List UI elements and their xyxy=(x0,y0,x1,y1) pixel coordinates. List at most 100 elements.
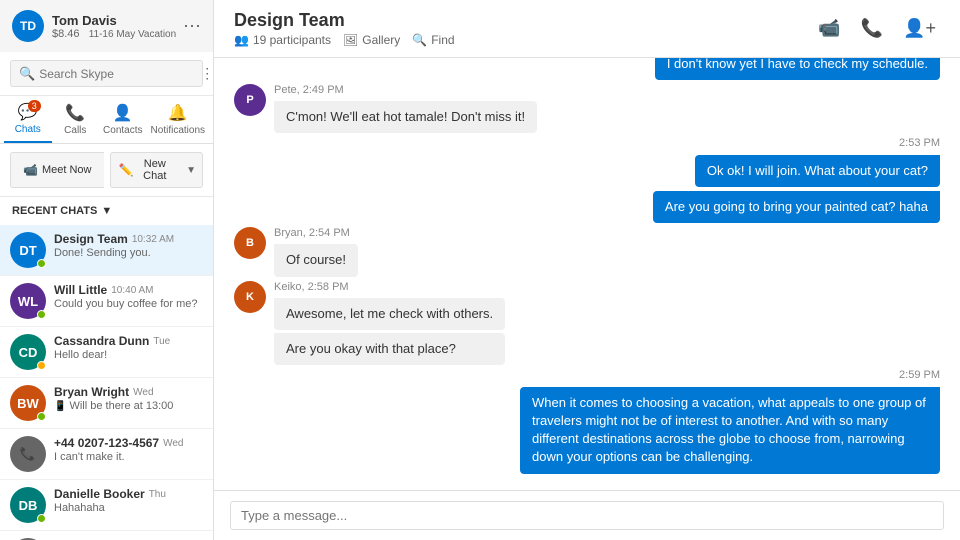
message-bubble: I don't know yet I have to check my sche… xyxy=(655,58,940,80)
phone-icon: 📱 xyxy=(54,401,66,412)
chevron-down-icon: ▼ xyxy=(101,205,112,217)
chat-info: Design Team 10:32 AM Done! Sending you. xyxy=(54,232,203,259)
message-bubble: When it comes to choosing a vacation, wh… xyxy=(520,387,940,474)
chat-list-item[interactable]: DB Danielle Booker Thu Hahahaha xyxy=(0,480,213,531)
chat-info: Bryan Wright Wed 📱 Will be there at 13:0… xyxy=(54,385,203,412)
chat-name: Design Team xyxy=(54,232,128,246)
header-actions: 📹 📞 👤+ xyxy=(814,14,940,43)
chat-list-item[interactable]: 📞 +44 0207-123-4567 Wed I can't make it. xyxy=(0,429,213,480)
message-row: PPete, 2:49 PMC'mon! We'll eat hot tamal… xyxy=(234,84,940,133)
add-participant-button[interactable]: 👤+ xyxy=(899,14,940,43)
chat-time: 10:32 AM xyxy=(132,234,174,245)
camera-icon: 📹 xyxy=(23,163,38,177)
chat-name: Bryan Wright xyxy=(54,385,129,399)
chat-time: 10:40 AM xyxy=(111,285,153,296)
chat-info: +44 0207-123-4567 Wed I can't make it. xyxy=(54,436,203,463)
message-row: Are you going to bring your painted cat?… xyxy=(234,191,940,223)
chat-preview: Done! Sending you. xyxy=(54,247,203,259)
participants-count: 👥 19 participants xyxy=(234,33,331,47)
calls-icon: 📞 xyxy=(65,103,85,123)
new-chat-button[interactable]: ✏️ New Chat xyxy=(110,152,181,188)
nav-tabs: 💬 Chats 3 📞 Calls 👤 Contacts 🔔 Notificat… xyxy=(0,96,213,144)
message-sender-time: Keiko, 2:58 PM xyxy=(274,281,505,293)
chat-name: +44 0207-123-4567 xyxy=(54,436,159,450)
main-chat: Design Team 👥 19 participants 🖼 Gallery … xyxy=(214,0,960,540)
chat-time: Wed xyxy=(133,387,153,398)
search-icon: 🔍 xyxy=(19,66,35,82)
chat-avatar: WL xyxy=(10,283,46,319)
status-dot xyxy=(37,259,46,268)
user-header: TD Tom Davis $8.46 11-16 May Vacation ⋯ xyxy=(0,0,213,52)
message-bubble: Are you okay with that place? xyxy=(274,333,505,365)
chat-avatar: DT xyxy=(10,232,46,268)
chat-input-area xyxy=(214,490,960,540)
chat-list-item[interactable]: WL Will Little 10:40 AM Could you buy co… xyxy=(0,276,213,327)
message-content: Keiko, 2:58 PMAwesome, let me check with… xyxy=(274,281,505,365)
message-timestamp: 2:53 PM xyxy=(234,137,940,149)
chat-preview: Hello dear! xyxy=(54,349,203,361)
message-row: I don't know yet I have to check my sche… xyxy=(234,58,940,80)
tab-notifications[interactable]: 🔔 Notifications xyxy=(147,97,209,142)
chat-list: DT Design Team 10:32 AM Done! Sending yo… xyxy=(0,225,213,540)
message-timestamp: 2:59 PM xyxy=(234,369,940,381)
user-info: Tom Davis $8.46 11-16 May Vacation xyxy=(52,13,183,40)
message-input[interactable] xyxy=(230,501,944,530)
message-row: When it comes to choosing a vacation, wh… xyxy=(234,387,940,474)
chat-avatar: CD xyxy=(10,334,46,370)
chat-time: Tue xyxy=(153,336,170,347)
message-content: Bryan, 2:54 PM Of course! xyxy=(274,227,358,276)
status-dot xyxy=(37,412,46,421)
message-avatar: B xyxy=(234,227,266,259)
message-avatar: P xyxy=(234,84,266,116)
status-dot xyxy=(37,361,46,370)
chat-meta: 👥 19 participants 🖼 Gallery 🔍 Find xyxy=(234,33,455,47)
gallery-link[interactable]: 🖼 Gallery xyxy=(343,33,400,47)
chat-time: Thu xyxy=(149,489,166,500)
chat-info: Cassandra Dunn Tue Hello dear! xyxy=(54,334,203,361)
chat-list-item[interactable]: 📞 +1 415-748-7920 Thu Thank you! See ya! xyxy=(0,531,213,540)
tab-contacts[interactable]: 👤 Contacts xyxy=(99,97,147,142)
search-wrapper: 🔍 ⋮ xyxy=(10,60,203,87)
message-row: B Bryan, 2:54 PM Of course! xyxy=(234,227,940,276)
messages-area: KKeiko, 2:48 PMI'm great!! Getting ready… xyxy=(214,58,960,490)
meet-now-button[interactable]: 📹 Meet Now xyxy=(10,152,104,188)
grid-icon[interactable]: ⋮ xyxy=(200,65,214,82)
message-sender-time: Bryan, 2:54 PM xyxy=(274,227,358,239)
user-credit: $8.46 11-16 May Vacation xyxy=(52,28,183,40)
video-call-button[interactable]: 📹 xyxy=(814,14,844,43)
message-bubble: Ok ok! I will join. What about your cat? xyxy=(695,155,940,187)
status-dot xyxy=(37,310,46,319)
status-dot xyxy=(37,514,46,523)
search-bar: 🔍 ⋮ xyxy=(0,52,213,96)
message-content: Pete, 2:49 PMC'mon! We'll eat hot tamale… xyxy=(274,84,537,133)
notifications-icon: 🔔 xyxy=(168,103,188,123)
gallery-icon: 🖼 xyxy=(343,33,358,47)
new-chat-dropdown[interactable]: ▼ xyxy=(180,152,203,188)
find-link[interactable]: 🔍 Find xyxy=(412,33,454,47)
chat-name: Danielle Booker xyxy=(54,487,145,501)
chat-preview: 📱 Will be there at 13:00 xyxy=(54,400,203,412)
search-input[interactable] xyxy=(39,67,194,81)
recent-chats-header[interactable]: RECENT CHATS ▼ xyxy=(0,197,213,225)
chat-preview: I can't make it. xyxy=(54,451,203,463)
edit-icon: ✏️ xyxy=(119,163,134,177)
audio-call-button[interactable]: 📞 xyxy=(857,14,887,43)
find-icon: 🔍 xyxy=(412,33,427,47)
tab-chats[interactable]: 💬 Chats 3 xyxy=(4,96,52,143)
message-avatar: K xyxy=(234,281,266,313)
message-row: Ok ok! I will join. What about your cat? xyxy=(234,155,940,187)
more-options-icon[interactable]: ⋯ xyxy=(183,16,201,37)
sidebar: TD Tom Davis $8.46 11-16 May Vacation ⋯ … xyxy=(0,0,214,540)
chat-list-item[interactable]: DT Design Team 10:32 AM Done! Sending yo… xyxy=(0,225,213,276)
chat-name: Will Little xyxy=(54,283,107,297)
message-sender-time: Pete, 2:49 PM xyxy=(274,84,537,96)
message-row: KKeiko, 2:58 PMAwesome, let me check wit… xyxy=(234,281,940,365)
user-name: Tom Davis xyxy=(52,13,183,28)
chat-preview: Hahahaha xyxy=(54,502,203,514)
chat-list-item[interactable]: BW Bryan Wright Wed 📱 Will be there at 1… xyxy=(0,378,213,429)
tab-calls[interactable]: 📞 Calls xyxy=(52,97,100,142)
message-bubble: Of course! xyxy=(274,244,358,276)
chat-list-item[interactable]: CD Cassandra Dunn Tue Hello dear! xyxy=(0,327,213,378)
chat-header: Design Team 👥 19 participants 🖼 Gallery … xyxy=(214,0,960,58)
chats-badge: 3 xyxy=(28,100,41,112)
